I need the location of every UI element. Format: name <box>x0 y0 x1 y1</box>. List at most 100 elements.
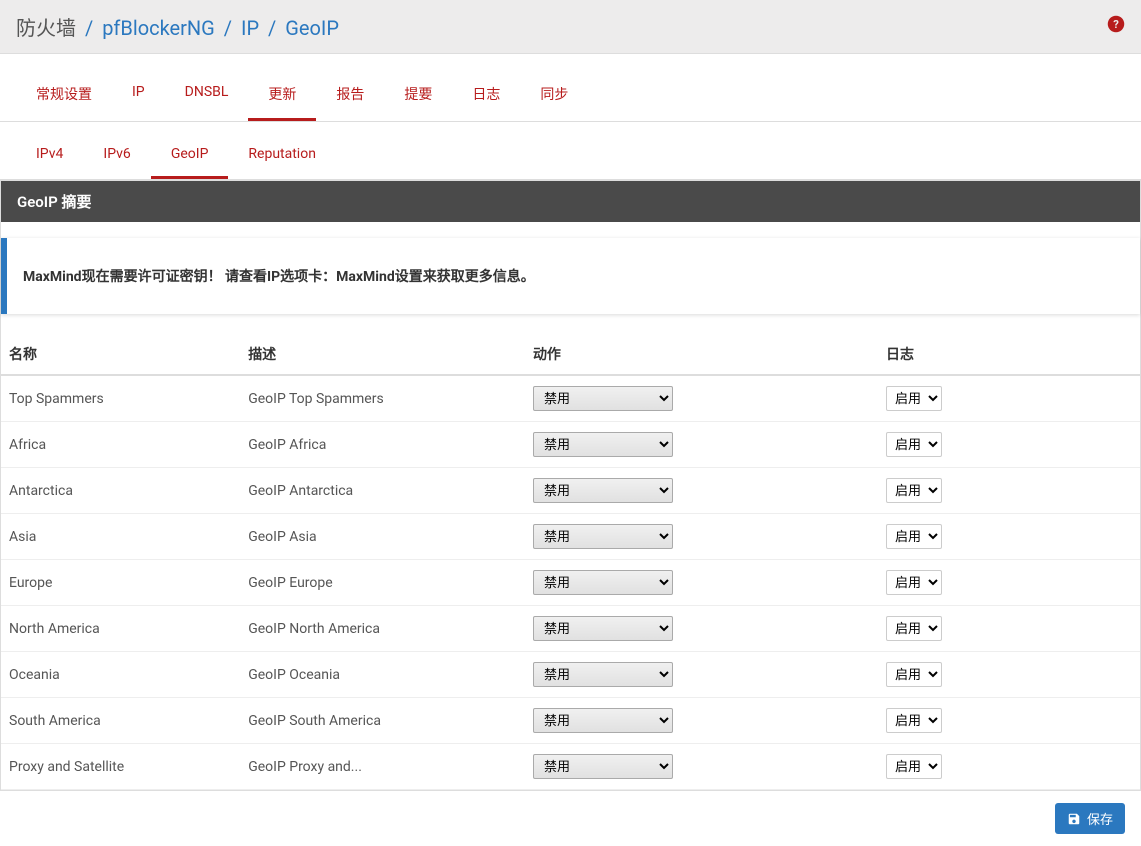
cell-log: 启用 <box>878 606 1140 652</box>
cell-name: Antarctica <box>1 468 240 514</box>
tab-同步[interactable]: 同步 <box>520 70 588 121</box>
subtab-Reputation[interactable]: Reputation <box>228 132 336 179</box>
breadcrumb-part-1[interactable]: IP <box>241 16 259 40</box>
cell-name: Asia <box>1 514 240 560</box>
cell-name: Europe <box>1 560 240 606</box>
subtab-IPv4[interactable]: IPv4 <box>16 132 83 179</box>
cell-name: South America <box>1 698 240 744</box>
breadcrumb: 防火墙 / pfBlockerNG / IP / GeoIP <box>16 12 339 41</box>
panel-body: MaxMind现在需要许可证密钥！ 请查看IP选项卡：MaxMind设置来获取更… <box>1 238 1140 790</box>
cell-log: 启用 <box>878 514 1140 560</box>
info-message: MaxMind现在需要许可证密钥！ 请查看IP选项卡：MaxMind设置来获取更… <box>1 238 1140 314</box>
geoip-panel: GeoIP 摘要 MaxMind现在需要许可证密钥！ 请查看IP选项卡：MaxM… <box>0 180 1141 791</box>
tab-提要[interactable]: 提要 <box>384 70 452 121</box>
cell-desc: GeoIP Africa <box>240 422 525 468</box>
log-select[interactable]: 启用 <box>886 708 942 733</box>
breadcrumb-sep: / <box>85 16 93 40</box>
table-row: OceaniaGeoIP Oceania 禁用 启用 <box>1 652 1140 698</box>
action-select[interactable]: 禁用 <box>533 662 673 687</box>
cell-log: 启用 <box>878 375 1140 422</box>
log-select[interactable]: 启用 <box>886 754 942 779</box>
log-select[interactable]: 启用 <box>886 478 942 503</box>
th-desc: 描述 <box>240 334 525 375</box>
action-select[interactable]: 禁用 <box>533 754 673 779</box>
log-select[interactable]: 启用 <box>886 616 942 641</box>
action-select[interactable]: 禁用 <box>533 708 673 733</box>
save-button[interactable]: 保存 <box>1055 803 1125 834</box>
cell-action: 禁用 <box>525 375 878 422</box>
table-row: Proxy and SatelliteGeoIP Proxy and... 禁用 启… <box>1 744 1140 790</box>
cell-action: 禁用 <box>525 744 878 790</box>
cell-desc: GeoIP Antarctica <box>240 468 525 514</box>
cell-desc: GeoIP Asia <box>240 514 525 560</box>
cell-log: 启用 <box>878 560 1140 606</box>
table-header-row: 名称 描述 动作 日志 <box>1 334 1140 375</box>
subtab-IPv6[interactable]: IPv6 <box>83 132 150 179</box>
tab-IP[interactable]: IP <box>112 70 165 121</box>
tab-报告[interactable]: 报告 <box>316 70 384 121</box>
subtab-GeoIP[interactable]: GeoIP <box>151 132 229 179</box>
breadcrumb-root: 防火墙 <box>16 16 76 40</box>
table-row: EuropeGeoIP Europe 禁用 启用 <box>1 560 1140 606</box>
breadcrumb-part-0[interactable]: pfBlockerNG <box>102 16 215 40</box>
cell-action: 禁用 <box>525 468 878 514</box>
action-select[interactable]: 禁用 <box>533 432 673 457</box>
help-icon[interactable]: ? <box>1107 15 1125 38</box>
cell-action: 禁用 <box>525 606 878 652</box>
svg-text:?: ? <box>1113 18 1119 31</box>
cell-log: 启用 <box>878 698 1140 744</box>
th-name: 名称 <box>1 334 240 375</box>
geoip-table: 名称 描述 动作 日志 Top SpammersGeoIP Top Spamme… <box>1 334 1140 790</box>
table-row: AntarcticaGeoIP Antarctica 禁用 启用 <box>1 468 1140 514</box>
th-log: 日志 <box>878 334 1140 375</box>
cell-name: North America <box>1 606 240 652</box>
sub-tabs: IPv4IPv6GeoIPReputation <box>0 132 1141 180</box>
action-select[interactable]: 禁用 <box>533 570 673 595</box>
action-select[interactable]: 禁用 <box>533 478 673 503</box>
tab-DNSBL[interactable]: DNSBL <box>165 70 249 121</box>
cell-desc: GeoIP Top Spammers <box>240 375 525 422</box>
table-row: South AmericaGeoIP South America 禁用 启用 <box>1 698 1140 744</box>
log-select[interactable]: 启用 <box>886 662 942 687</box>
log-select[interactable]: 启用 <box>886 386 942 411</box>
save-button-label: 保存 <box>1087 809 1113 828</box>
table-row: North AmericaGeoIP North America 禁用 启用 <box>1 606 1140 652</box>
cell-desc: GeoIP South America <box>240 698 525 744</box>
table-row: Top SpammersGeoIP Top Spammers 禁用 启用 <box>1 375 1140 422</box>
tab-日志[interactable]: 日志 <box>452 70 520 121</box>
cell-action: 禁用 <box>525 652 878 698</box>
cell-action: 禁用 <box>525 698 878 744</box>
cell-desc: GeoIP Proxy and... <box>240 744 525 790</box>
cell-log: 启用 <box>878 422 1140 468</box>
cell-action: 禁用 <box>525 514 878 560</box>
log-select[interactable]: 启用 <box>886 524 942 549</box>
table-row: AsiaGeoIP Asia 禁用 启用 <box>1 514 1140 560</box>
cell-desc: GeoIP Europe <box>240 560 525 606</box>
save-icon <box>1067 812 1081 826</box>
th-action: 动作 <box>525 334 878 375</box>
cell-desc: GeoIP Oceania <box>240 652 525 698</box>
cell-log: 启用 <box>878 744 1140 790</box>
action-select[interactable]: 禁用 <box>533 386 673 411</box>
tab-更新[interactable]: 更新 <box>248 70 316 121</box>
breadcrumb-sep: / <box>268 16 276 40</box>
cell-desc: GeoIP North America <box>240 606 525 652</box>
table-row: AfricaGeoIP Africa 禁用 启用 <box>1 422 1140 468</box>
tab-常规设置[interactable]: 常规设置 <box>16 70 112 121</box>
panel-title: GeoIP 摘要 <box>1 181 1140 222</box>
cell-action: 禁用 <box>525 560 878 606</box>
action-select[interactable]: 禁用 <box>533 524 673 549</box>
log-select[interactable]: 启用 <box>886 570 942 595</box>
cell-name: Proxy and Satellite <box>1 744 240 790</box>
log-select[interactable]: 启用 <box>886 432 942 457</box>
cell-name: Top Spammers <box>1 375 240 422</box>
cell-name: Africa <box>1 422 240 468</box>
cell-action: 禁用 <box>525 422 878 468</box>
cell-log: 启用 <box>878 652 1140 698</box>
breadcrumb-part-2[interactable]: GeoIP <box>285 16 339 40</box>
breadcrumb-sep: / <box>224 16 232 40</box>
cell-name: Oceania <box>1 652 240 698</box>
page-header: 防火墙 / pfBlockerNG / IP / GeoIP ? <box>0 0 1141 54</box>
cell-log: 启用 <box>878 468 1140 514</box>
action-select[interactable]: 禁用 <box>533 616 673 641</box>
